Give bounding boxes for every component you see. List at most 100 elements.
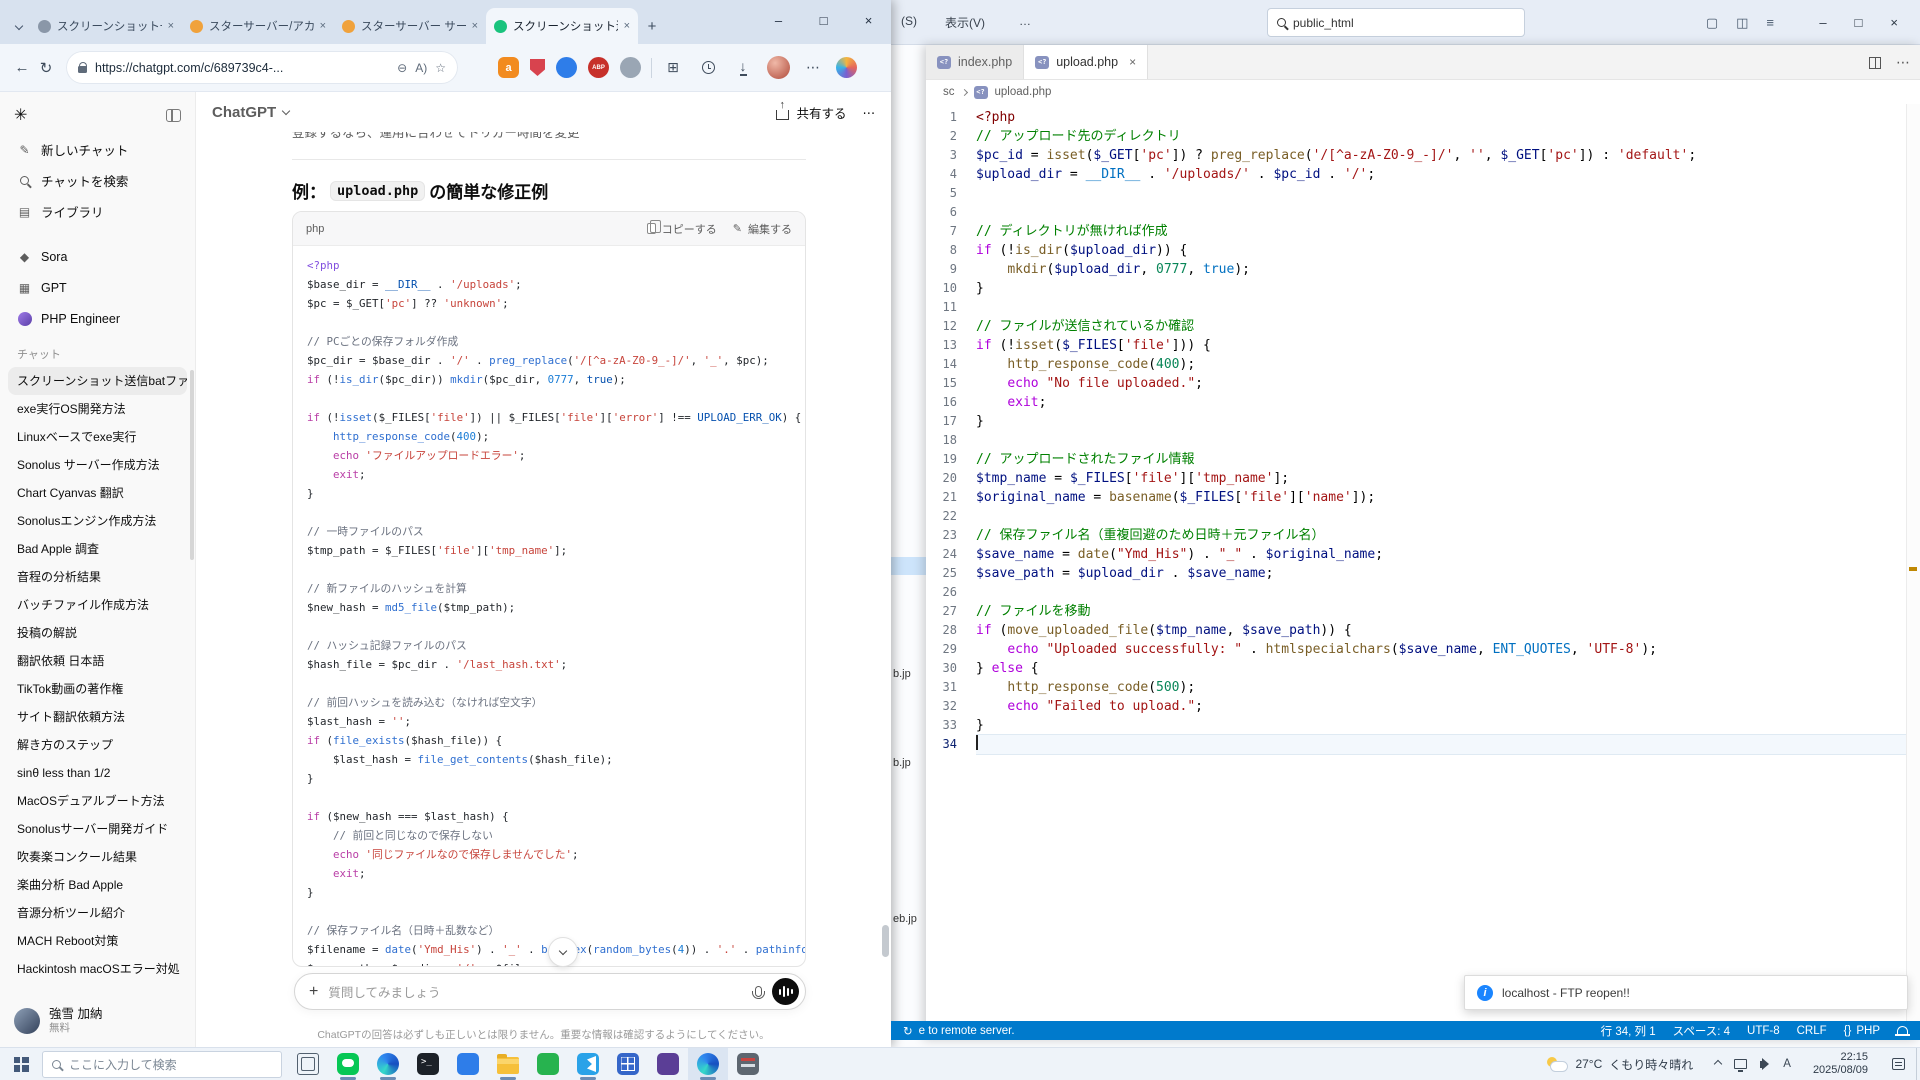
- editor-tab[interactable]: upload.php×: [1024, 45, 1148, 79]
- attach-plus-icon[interactable]: +: [309, 983, 318, 1001]
- code-line[interactable]: 26: [926, 583, 1906, 602]
- weather-widget[interactable]: 27°C くもり時々晴れ: [1534, 1048, 1705, 1080]
- chat-history-item[interactable]: 投稿の解説: [8, 619, 187, 647]
- extension-a-icon[interactable]: a: [498, 57, 519, 78]
- edge2-taskbar-button[interactable]: [688, 1048, 728, 1080]
- code-line[interactable]: 15 echo "No file uploaded.";: [926, 374, 1906, 393]
- minimize-button[interactable]: –: [756, 0, 801, 40]
- taskbar-clock[interactable]: 22:15 2025/08/09: [1801, 1051, 1880, 1078]
- code-line[interactable]: 21$original_name = basename($_FILES['fil…: [926, 488, 1906, 507]
- downloads-icon[interactable]: ↓: [732, 59, 754, 76]
- tab-close-icon[interactable]: ×: [320, 20, 326, 32]
- mic-icon[interactable]: [755, 986, 762, 997]
- code-line[interactable]: 20$tmp_name = $_FILES['file']['tmp_name'…: [926, 469, 1906, 488]
- notifications-bell-icon[interactable]: [1897, 1026, 1908, 1036]
- sidebar-toggle-icon[interactable]: [166, 109, 181, 122]
- ime-indicator[interactable]: A: [1783, 1058, 1791, 1070]
- tab-close-icon[interactable]: ×: [624, 20, 630, 32]
- scroll-to-bottom-button[interactable]: [548, 937, 578, 967]
- start-button[interactable]: [0, 1048, 42, 1080]
- copilot-icon[interactable]: [836, 57, 857, 78]
- zoom-icon[interactable]: ⊖: [397, 61, 407, 75]
- code-line[interactable]: 17}: [926, 412, 1906, 431]
- code-line[interactable]: 9 mkdir($upload_dir, 0777, true);: [926, 260, 1906, 279]
- app-grid-taskbar-button[interactable]: [608, 1048, 648, 1080]
- tab-close-icon[interactable]: ×: [472, 20, 478, 32]
- code-line[interactable]: 22: [926, 507, 1906, 526]
- tab-actions-menu-icon[interactable]: [8, 8, 30, 44]
- chat-history-item[interactable]: Hackintosh macOSエラー対処: [8, 955, 187, 983]
- close-button[interactable]: ×: [846, 0, 891, 40]
- library-button[interactable]: ▤ ライブラリ: [8, 196, 187, 227]
- code-line[interactable]: 13if (!isset($_FILES['file'])) {: [926, 336, 1906, 355]
- address-bar[interactable]: https://chatgpt.com/c/689739c4-... ⊖ A) …: [66, 51, 458, 84]
- edit-code-button[interactable]: ✎ 編集する: [733, 221, 792, 237]
- extension-gray-icon[interactable]: [620, 57, 641, 78]
- split-editor-icon[interactable]: [1869, 57, 1881, 69]
- chat-history-item[interactable]: Sonolusエンジン作成方法: [8, 507, 187, 535]
- chat-history-item[interactable]: MacOSデュアルブート方法: [8, 787, 187, 815]
- app-purple-taskbar-button[interactable]: [648, 1048, 688, 1080]
- code-line[interactable]: 6: [926, 203, 1906, 222]
- maximize-button[interactable]: □: [801, 0, 846, 40]
- code-line[interactable]: 7// ディレクトリが無ければ作成: [926, 222, 1906, 241]
- code-line[interactable]: 2// アップロード先のディレクトリ: [926, 127, 1906, 146]
- code-line[interactable]: 32 echo "Failed to upload.";: [926, 697, 1906, 716]
- code-line[interactable]: 4$upload_dir = __DIR__ . '/uploads/' . $…: [926, 165, 1906, 184]
- code-line[interactable]: 5: [926, 184, 1906, 203]
- chat-history-item[interactable]: Bad Apple 調査: [8, 535, 187, 563]
- refresh-button[interactable]: ↻: [34, 56, 58, 80]
- chat-history-item[interactable]: Sonolusサーバー開発ガイド: [8, 815, 187, 843]
- prompt-input[interactable]: + 質問してみましょう: [294, 973, 806, 1010]
- show-desktop-button[interactable]: [1916, 1048, 1920, 1080]
- app-green-taskbar-button[interactable]: [528, 1048, 568, 1080]
- sidebar-item-gpts[interactable]: ▦ GPT: [8, 272, 187, 303]
- code-line[interactable]: 33}: [926, 716, 1906, 735]
- task-view-taskbar-button[interactable]: [288, 1048, 328, 1080]
- code-line[interactable]: 1<?php: [926, 108, 1906, 127]
- chat-history-item[interactable]: TikTok動画の著作権: [8, 675, 187, 703]
- new-tab-button[interactable]: +: [638, 12, 666, 40]
- chat-history-item[interactable]: バッチファイル作成方法: [8, 591, 187, 619]
- chat-history-item[interactable]: sinθ less than 1/2: [8, 759, 187, 787]
- display-tray-icon[interactable]: [1734, 1059, 1747, 1069]
- code-line[interactable]: 30} else {: [926, 659, 1906, 678]
- list-view-icon[interactable]: ≡: [1766, 15, 1774, 30]
- history-icon[interactable]: [697, 61, 719, 74]
- chat-history-item[interactable]: スクリーンショット送信batファイル: [8, 367, 187, 395]
- menu-view[interactable]: 表示(V): [945, 14, 985, 31]
- chat-history-item[interactable]: Linuxベースでexe実行: [8, 423, 187, 451]
- indentation-item[interactable]: スペース: 4: [1673, 1023, 1730, 1039]
- chat-history-item[interactable]: MACH Reboot対策: [8, 927, 187, 955]
- extension-blue-icon[interactable]: [556, 57, 577, 78]
- code-line[interactable]: 16 exit;: [926, 393, 1906, 412]
- app-blue-taskbar-button[interactable]: [448, 1048, 488, 1080]
- server-taskbar-button[interactable]: [728, 1048, 768, 1080]
- encoding-item[interactable]: UTF-8: [1747, 1025, 1780, 1037]
- search-chats-button[interactable]: チャットを検索: [8, 165, 187, 196]
- explorer-search-box[interactable]: public_html: [1267, 8, 1525, 37]
- code-line[interactable]: 25$save_path = $upload_dir . $save_name;: [926, 564, 1906, 583]
- menu-more[interactable]: …: [1019, 14, 1031, 28]
- code-line[interactable]: 23// 保存ファイル名（重複回避のため日時＋元ファイル名）: [926, 526, 1906, 545]
- tab-close-icon[interactable]: ×: [1129, 55, 1136, 69]
- chat-history-item[interactable]: 音源分析ツール紹介: [8, 899, 187, 927]
- eol-item[interactable]: CRLF: [1797, 1025, 1827, 1037]
- model-switcher[interactable]: ChatGPT: [212, 104, 289, 121]
- page-scrollbar[interactable]: [882, 925, 889, 957]
- profile-avatar[interactable]: [767, 56, 790, 79]
- code-content[interactable]: <?php$base_dir = __DIR__ . '/uploads';$p…: [293, 246, 805, 967]
- share-button[interactable]: 共有する: [776, 103, 846, 122]
- code-line[interactable]: 34: [926, 735, 1906, 754]
- vscode-taskbar-button[interactable]: [568, 1048, 608, 1080]
- tab-close-icon[interactable]: ×: [168, 20, 174, 32]
- adguard-shield-icon[interactable]: [530, 59, 545, 76]
- copy-code-button[interactable]: コピーする: [647, 221, 717, 237]
- breadcrumb[interactable]: sc upload.php: [926, 80, 1920, 104]
- chat-history-item[interactable]: exe実行OS開発方法: [8, 395, 187, 423]
- code-line[interactable]: 3$pc_id = isset($_GET['pc']) ? preg_repl…: [926, 146, 1906, 165]
- code-line[interactable]: 28if (move_uploaded_file($tmp_name, $sav…: [926, 621, 1906, 640]
- editor-tab[interactable]: index.php: [926, 45, 1024, 79]
- code-line[interactable]: 14 http_response_code(400);: [926, 355, 1906, 374]
- url-text[interactable]: https://chatgpt.com/c/689739c4-...: [95, 61, 389, 75]
